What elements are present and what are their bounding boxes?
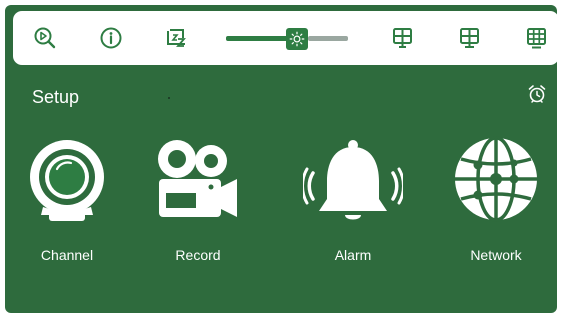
info-button[interactable] [97,24,125,52]
menu-tile-network[interactable]: Network [441,135,551,275]
menu-label-network: Network [470,247,522,263]
nine-split-button[interactable] [523,24,551,52]
alarm-bell-icon [303,140,403,220]
menu-label-record: Record [175,247,221,263]
menu-label-channel: Channel [40,247,94,263]
camera-icon [30,140,104,221]
alarm-clock-icon[interactable] [527,84,547,104]
four-split-icon [460,28,479,48]
stray-dot [168,97,170,99]
single-view-button[interactable] [389,24,417,52]
page-title: Setup [32,87,80,107]
main-screen: Setup Channel Record Alarm Network [5,5,557,313]
sleep-icon [167,29,186,47]
brightness-slider-handle[interactable] [286,28,308,50]
menu-label-alarm: Alarm [334,247,372,263]
single-view-icon [393,28,412,48]
playback-search-icon [34,27,56,49]
brightness-track [308,36,348,41]
info-icon [100,27,122,49]
top-toolbar [13,11,557,65]
video-camera-icon [158,140,237,217]
sleep-button[interactable] [163,24,191,52]
nine-split-icon [527,28,546,49]
brightness-icon [289,31,305,47]
brightness-slider[interactable] [226,28,348,50]
globe-network-icon [455,136,537,222]
playback-search-button[interactable] [31,24,59,52]
menu-tile-alarm[interactable]: Alarm [298,135,408,275]
four-split-button[interactable] [456,24,484,52]
brightness-track-fill [226,36,288,41]
menu-tile-channel[interactable]: Channel [12,135,122,275]
menu-tile-record[interactable]: Record [143,135,253,275]
